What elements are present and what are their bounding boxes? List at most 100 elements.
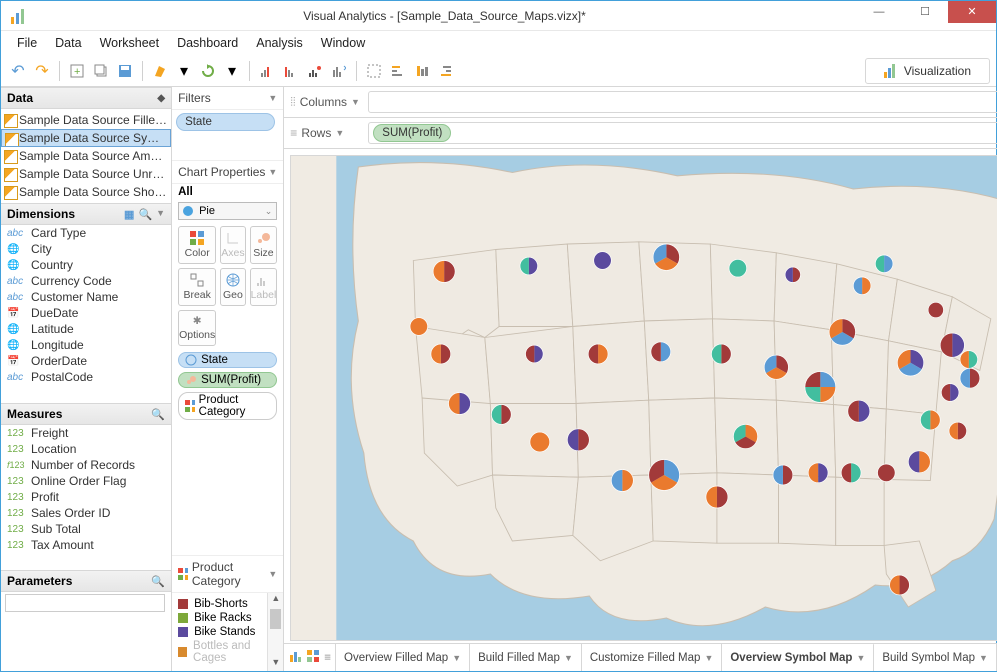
- pie-marker[interactable]: [594, 252, 612, 270]
- color-shelf-category[interactable]: Product Category: [178, 392, 277, 420]
- filter-pill-state[interactable]: State: [176, 113, 275, 131]
- sort-asc-button[interactable]: [280, 60, 302, 82]
- color-button[interactable]: Color: [178, 226, 216, 264]
- search-icon[interactable]: 🔍: [138, 208, 152, 221]
- data-source-item[interactable]: Sample Data Source Am…: [1, 147, 171, 165]
- dimension-field[interactable]: 📅OrderDate: [1, 353, 171, 369]
- highlight-button[interactable]: [328, 60, 350, 82]
- legend-item[interactable]: Bib-Shorts: [178, 597, 277, 611]
- measure-field[interactable]: 123Location: [1, 441, 171, 457]
- refresh-button[interactable]: [197, 60, 219, 82]
- menu-file[interactable]: File: [9, 33, 45, 53]
- pie-marker[interactable]: [433, 261, 455, 283]
- redo-button[interactable]: ↷: [31, 60, 53, 82]
- visualization-button[interactable]: Visualization: [865, 58, 990, 84]
- pie-marker[interactable]: [530, 432, 550, 452]
- dimension-field[interactable]: abcCustomer Name: [1, 289, 171, 305]
- close-button[interactable]: ✕: [948, 1, 996, 23]
- geo-button[interactable]: Geo: [220, 268, 245, 306]
- new-sheet-button[interactable]: +: [66, 60, 88, 82]
- sort-desc-button[interactable]: [304, 60, 326, 82]
- label-button[interactable]: Label: [250, 268, 278, 306]
- minimize-button[interactable]: —: [856, 1, 902, 23]
- pie-marker[interactable]: [729, 259, 747, 277]
- dimension-field[interactable]: abcCard Type: [1, 225, 171, 241]
- undo-button[interactable]: ↶: [7, 60, 29, 82]
- parameter-input[interactable]: [5, 594, 165, 612]
- pie-marker[interactable]: [449, 393, 471, 415]
- pie-marker[interactable]: [734, 424, 758, 448]
- break-button[interactable]: Break: [178, 268, 216, 306]
- measure-field[interactable]: 123Sub Total: [1, 521, 171, 537]
- pie-marker[interactable]: [890, 575, 910, 595]
- pie-marker[interactable]: [878, 464, 896, 482]
- sheet-tab[interactable]: Customize Filled Map▼: [582, 644, 723, 671]
- swap-button[interactable]: [256, 60, 278, 82]
- save-button[interactable]: [114, 60, 136, 82]
- dimension-field[interactable]: 🌐Country: [1, 257, 171, 273]
- sheet-tab[interactable]: Build Symbol Map▼: [874, 644, 997, 671]
- pie-marker[interactable]: [928, 302, 943, 317]
- dimension-field[interactable]: 🌐Latitude: [1, 321, 171, 337]
- table-icon[interactable]: ▦: [124, 208, 134, 221]
- pie-marker[interactable]: [410, 318, 428, 336]
- dimension-field[interactable]: 📅DueDate: [1, 305, 171, 321]
- list-icon[interactable]: ≡: [324, 652, 331, 664]
- measure-field[interactable]: f123Number of Records: [1, 457, 171, 473]
- data-source-item[interactable]: Sample Data Source Sho…: [1, 183, 171, 201]
- sheet-tab[interactable]: Overview Symbol Map▼: [722, 644, 874, 671]
- new-worksheet-icon[interactable]: [288, 649, 302, 666]
- data-source-item[interactable]: Sample Data Source Fille…: [1, 111, 171, 129]
- dimension-field[interactable]: abcCurrency Code: [1, 273, 171, 289]
- legend-item[interactable]: Bike Racks: [178, 611, 277, 625]
- pie-marker[interactable]: [842, 463, 862, 483]
- chevron-down-icon[interactable]: ▼: [268, 167, 277, 177]
- measure-field[interactable]: 123Tax Amount: [1, 537, 171, 553]
- maximize-button[interactable]: ☐: [902, 1, 948, 23]
- auto-button[interactable]: ▾: [173, 60, 195, 82]
- pie-marker[interactable]: [773, 465, 793, 485]
- dropdown-icon[interactable]: ▾: [221, 60, 243, 82]
- measure-field[interactable]: 123Profit: [1, 489, 171, 505]
- columns-drop-zone[interactable]: [368, 91, 997, 113]
- pie-marker[interactable]: [649, 460, 680, 491]
- legend-item[interactable]: Bike Stands: [178, 625, 277, 639]
- rows-drop-zone[interactable]: SUM(Profit): [368, 122, 997, 144]
- options-button[interactable]: ✱Options: [178, 310, 216, 346]
- new-dashboard-icon[interactable]: [306, 649, 320, 666]
- dimension-field[interactable]: 🌐City: [1, 241, 171, 257]
- data-source-item[interactable]: Sample Data Source Sy…: [1, 129, 171, 147]
- duplicate-button[interactable]: [90, 60, 112, 82]
- chevron-down-icon[interactable]: ▼: [268, 569, 277, 579]
- size-shelf-profit[interactable]: SUM(Profit): [178, 372, 277, 388]
- align-left-button[interactable]: [387, 60, 409, 82]
- fit-button[interactable]: [363, 60, 385, 82]
- align-right-button[interactable]: [435, 60, 457, 82]
- rows-pill-profit[interactable]: SUM(Profit): [373, 124, 451, 142]
- dimension-field[interactable]: abcPostalCode: [1, 369, 171, 385]
- pie-marker[interactable]: [809, 463, 829, 483]
- pie-marker[interactable]: [706, 486, 728, 508]
- geo-shelf-state[interactable]: State: [178, 352, 277, 368]
- menu-worksheet[interactable]: Worksheet: [92, 33, 168, 53]
- legend-item[interactable]: Bottles and Cages: [178, 639, 277, 665]
- menu-data[interactable]: Data: [47, 33, 89, 53]
- sheet-tab[interactable]: Overview Filled Map▼: [336, 644, 470, 671]
- search-icon[interactable]: 🔍: [151, 408, 165, 421]
- menu-window[interactable]: Window: [313, 33, 373, 53]
- chevron-down-icon[interactable]: ▼: [268, 93, 277, 103]
- size-button[interactable]: Size: [250, 226, 278, 264]
- map-canvas[interactable]: [290, 155, 997, 641]
- mark-type-select[interactable]: Pie ⌄: [178, 202, 277, 220]
- measure-field[interactable]: 123Sales Order ID: [1, 505, 171, 521]
- axes-button[interactable]: Axes: [220, 226, 245, 264]
- search-icon[interactable]: 🔍: [151, 575, 165, 588]
- clear-button[interactable]: [149, 60, 171, 82]
- legend-scrollbar[interactable]: ▲ ▼: [267, 593, 283, 671]
- menu-dashboard[interactable]: Dashboard: [169, 33, 246, 53]
- sheet-tab[interactable]: Build Filled Map▼: [470, 644, 582, 671]
- measure-field[interactable]: 123Freight: [1, 425, 171, 441]
- dimension-field[interactable]: 🌐Longitude: [1, 337, 171, 353]
- chevron-down-icon[interactable]: ▼: [156, 208, 165, 221]
- data-panel-menu-icon[interactable]: ◆: [157, 93, 165, 104]
